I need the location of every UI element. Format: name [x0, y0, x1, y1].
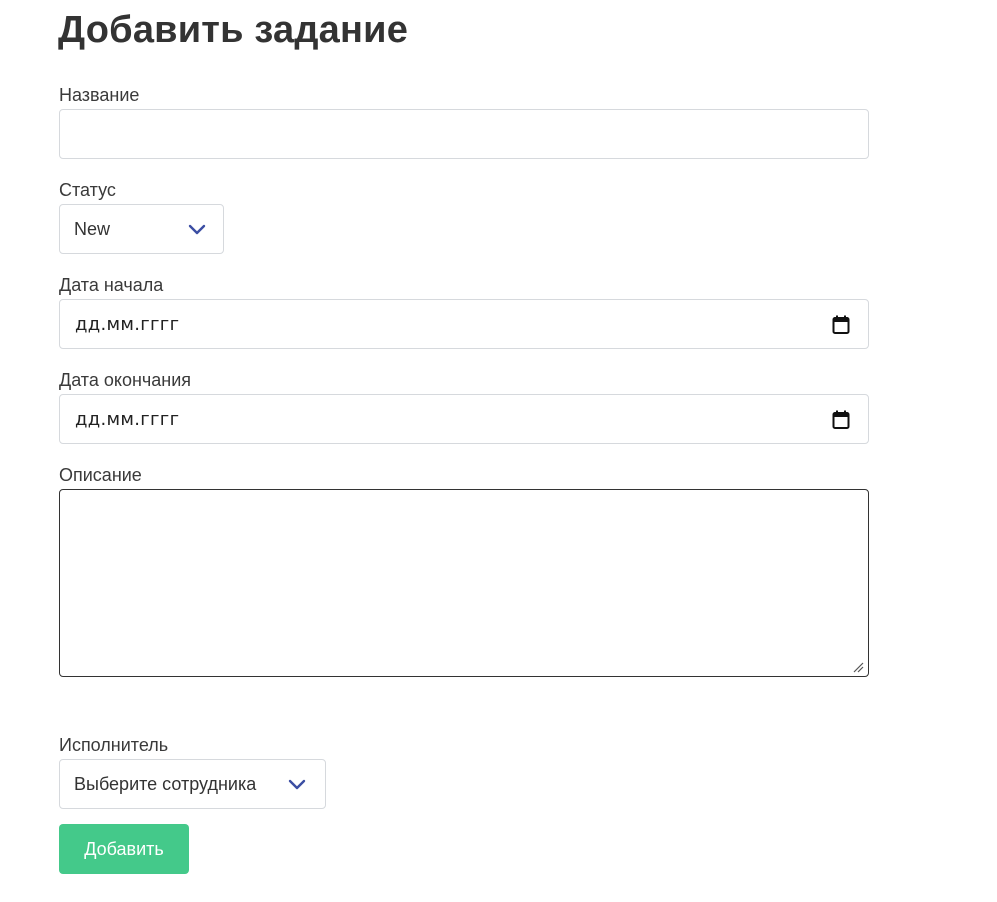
resize-grip-icon[interactable] [852, 661, 864, 673]
assignee-select-value: Выберите сотрудника [74, 773, 257, 794]
description-label: Описание [59, 465, 142, 485]
status-label: Статус [59, 180, 116, 200]
start-date-label: Дата начала [59, 275, 164, 295]
assignee-label: Исполнитель [59, 735, 169, 755]
end-date-label: Дата окончания [59, 370, 192, 390]
add-task-page: Добавить задание Название Статус New Дат… [0, 0, 997, 902]
start-date-input[interactable]: дд.мм.гггг [59, 299, 869, 349]
end-date-placeholder: дд.мм.гггг [75, 408, 180, 430]
description-textarea[interactable] [59, 489, 869, 677]
name-label: Название [59, 85, 140, 105]
name-input[interactable] [59, 109, 869, 159]
calendar-icon[interactable] [832, 315, 850, 335]
status-select[interactable]: New [59, 204, 224, 254]
chevron-down-icon [188, 224, 206, 235]
status-select-value: New [74, 218, 111, 239]
add-button[interactable]: Добавить [59, 824, 189, 874]
end-date-input[interactable]: дд.мм.гггг [59, 394, 869, 444]
calendar-icon[interactable] [832, 410, 850, 430]
chevron-down-icon [288, 779, 306, 790]
assignee-select[interactable]: Выберите сотрудника [59, 759, 326, 809]
page-title: Добавить задание [58, 9, 409, 51]
start-date-placeholder: дд.мм.гггг [75, 313, 180, 335]
